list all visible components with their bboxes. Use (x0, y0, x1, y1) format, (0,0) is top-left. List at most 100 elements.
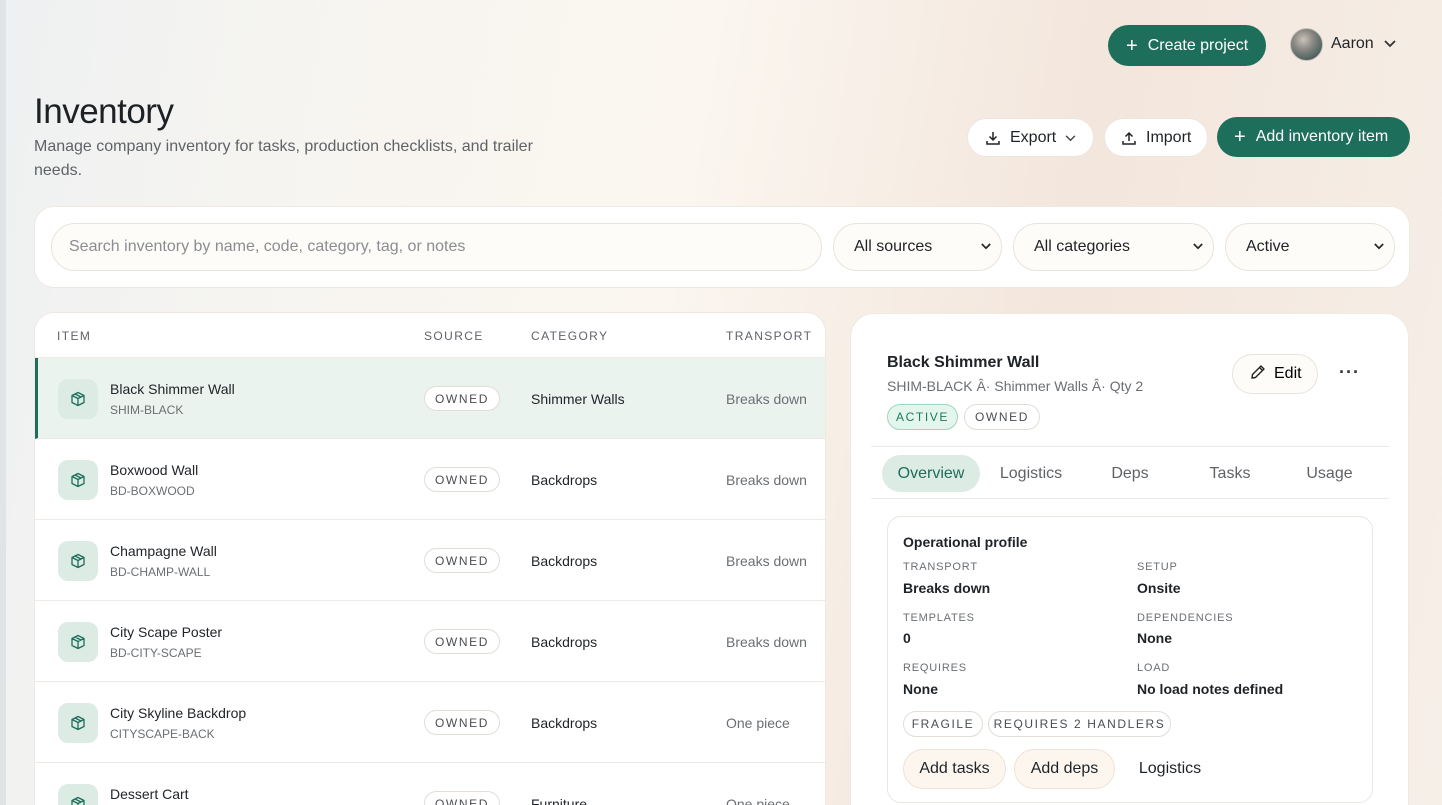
item-code: CITYSCAPE-BACK (110, 727, 215, 741)
tab-usage[interactable]: Usage (1292, 455, 1367, 492)
download-icon (985, 130, 1001, 146)
import-button[interactable]: Import (1104, 118, 1208, 157)
item-transport: Breaks down (726, 634, 807, 650)
operational-profile-card: Operational profile TRANSPORT Breaks dow… (887, 516, 1373, 803)
user-menu[interactable]: Aaron (1290, 27, 1396, 61)
inventory-table: ITEM SOURCE CATEGORY TRANSPORT Black Shi… (34, 312, 826, 805)
edit-label: Edit (1274, 365, 1302, 382)
search-placeholder: Search inventory by name, code, category… (69, 238, 466, 255)
tab-deps[interactable]: Deps (1099, 455, 1161, 492)
table-row[interactable]: City Skyline Backdrop CITYSCAPE-BACK OWN… (35, 682, 825, 763)
tab-logistics[interactable]: Logistics (990, 455, 1072, 492)
detail-subtitle: SHIM-BLACK Â· Shimmer Walls Â· Qty 2 (887, 378, 1144, 394)
divider (871, 446, 1389, 447)
item-transport: One piece (726, 796, 790, 805)
page-subtitle: Manage company inventory for tasks, prod… (34, 138, 533, 179)
package-icon (58, 541, 98, 581)
package-icon (58, 622, 98, 662)
plus-icon: + (1126, 34, 1138, 57)
item-category: Backdrops (531, 634, 598, 650)
avatar (1290, 27, 1323, 61)
table-row[interactable]: Boxwood Wall BD-BOXWOOD OWNED Backdrops … (35, 439, 825, 520)
templates-label: TEMPLATES (903, 612, 975, 624)
search-input[interactable]: Search inventory by name, code, category… (51, 223, 822, 271)
item-name: Boxwood Wall (110, 462, 199, 478)
item-name: Champagne Wall (110, 543, 217, 559)
tab-overview[interactable]: Overview (882, 455, 980, 492)
tab-tasks[interactable]: Tasks (1196, 455, 1264, 492)
chevron-down-icon (981, 241, 991, 253)
page-title: Inventory (34, 92, 174, 131)
tag-badge: REQUIRES 2 HANDLERS (988, 711, 1171, 737)
item-category: Shimmer Walls (531, 391, 625, 407)
requires-label: REQUIRES (903, 662, 967, 674)
create-project-button[interactable]: + Create project (1108, 25, 1266, 66)
chevron-down-icon (1384, 37, 1396, 51)
package-icon (58, 703, 98, 743)
package-icon (58, 379, 98, 419)
status-select[interactable]: Active (1225, 223, 1395, 271)
chevron-down-icon (1065, 129, 1076, 147)
table-row[interactable]: Dessert Cart OWNED Furniture One piece (35, 763, 825, 805)
detail-title: Black Shimmer Wall (887, 354, 1040, 371)
package-icon (58, 460, 98, 500)
item-transport: One piece (726, 715, 790, 731)
item-code: BD-CHAMP-WALL (110, 565, 211, 579)
source-select-value: All sources (854, 238, 933, 255)
load-label: LOAD (1137, 662, 1171, 674)
templates-value: 0 (903, 630, 911, 646)
dependencies-value: None (1137, 630, 1172, 646)
item-name: Dessert Cart (110, 786, 189, 802)
source-badge: OWNED (424, 386, 500, 411)
source-badge: OWNED (424, 710, 500, 735)
setup-value: Onsite (1137, 580, 1181, 596)
column-header-item: ITEM (57, 329, 92, 343)
item-code: BD-CITY-SCAPE (110, 646, 202, 660)
plus-icon: + (1234, 126, 1246, 148)
chevron-down-icon (1374, 241, 1384, 253)
add-inventory-item-label: Add inventory item (1255, 128, 1389, 145)
column-header-transport: TRANSPORT (726, 329, 813, 343)
item-name: City Skyline Backdrop (110, 705, 247, 721)
status-select-value: Active (1246, 238, 1290, 255)
filter-bar: Search inventory by name, code, category… (34, 206, 1410, 288)
item-code: SHIM-BLACK (110, 403, 184, 417)
user-name: Aaron (1331, 35, 1374, 52)
item-category: Furniture (531, 796, 588, 805)
export-label: Export (1010, 128, 1057, 146)
edit-button[interactable]: Edit (1232, 354, 1318, 394)
item-code: BD-BOXWOOD (110, 484, 195, 498)
logistics-button[interactable]: Logistics (1125, 749, 1215, 789)
source-badge: OWNED (964, 404, 1040, 430)
export-button[interactable]: Export (967, 118, 1094, 157)
item-category: Backdrops (531, 472, 598, 488)
source-badge: OWNED (424, 467, 500, 492)
add-deps-button[interactable]: Add deps (1014, 749, 1115, 789)
pencil-icon (1250, 364, 1266, 385)
table-row[interactable]: Champagne Wall BD-CHAMP-WALL OWNED Backd… (35, 520, 825, 601)
source-badge: OWNED (424, 629, 500, 654)
add-inventory-item-button[interactable]: + Add inventory item (1217, 117, 1410, 157)
left-edge-shade (0, 0, 6, 805)
item-transport: Breaks down (726, 472, 807, 488)
source-badge: OWNED (424, 548, 500, 573)
item-name: Black Shimmer Wall (110, 381, 235, 397)
dependencies-label: DEPENDENCIES (1137, 612, 1234, 624)
import-label: Import (1146, 128, 1192, 146)
item-name: City Scape Poster (110, 624, 223, 640)
package-icon (58, 784, 98, 805)
divider (871, 498, 1389, 499)
column-header-source: SOURCE (424, 329, 484, 343)
item-category: Backdrops (531, 715, 598, 731)
upload-icon (1121, 130, 1137, 146)
requires-value: None (903, 681, 938, 697)
source-select[interactable]: All sources (833, 223, 1002, 271)
category-select[interactable]: All categories (1013, 223, 1214, 271)
more-options-icon[interactable]: ··· (1339, 362, 1360, 383)
table-row[interactable]: Black Shimmer Wall SHIM-BLACK OWNED Shim… (35, 358, 825, 439)
operational-profile-title: Operational profile (903, 534, 1028, 550)
add-tasks-button[interactable]: Add tasks (903, 749, 1006, 789)
table-row[interactable]: City Scape Poster BD-CITY-SCAPE OWNED Ba… (35, 601, 825, 682)
column-header-category: CATEGORY (531, 329, 609, 343)
source-badge: OWNED (424, 791, 500, 805)
